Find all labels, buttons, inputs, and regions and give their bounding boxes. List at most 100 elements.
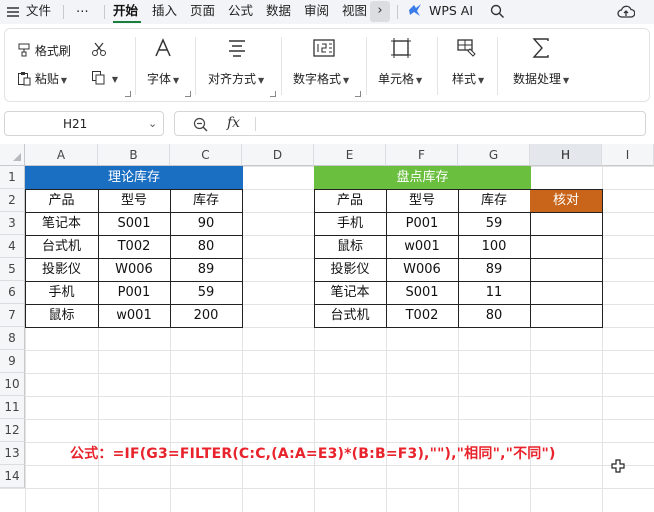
font-button[interactable]: 字体 ▼ <box>147 70 179 87</box>
table-count-cell[interactable] <box>530 304 603 328</box>
row-header-11[interactable]: 11 <box>0 396 25 419</box>
table-count-cell[interactable]: 台式机 <box>314 304 387 328</box>
style-button[interactable]: 样式 ▼ <box>452 70 484 87</box>
dropdown-arrow-icon[interactable]: ▼ <box>61 76 67 85</box>
table-count-cell[interactable]: 鼠标 <box>314 235 387 259</box>
table-count-cell[interactable]: w001 <box>386 235 459 259</box>
column-header-d[interactable]: D <box>242 144 314 166</box>
table-count-cell[interactable]: S001 <box>386 281 459 305</box>
copy-button[interactable]: ▼ <box>91 70 118 85</box>
table-theory-cell[interactable]: 80 <box>170 235 243 259</box>
table-count-cell[interactable]: 11 <box>458 281 531 305</box>
table-theory-cell[interactable]: 手机 <box>25 281 99 305</box>
menu-more[interactable]: ⋯ <box>76 0 89 24</box>
dialog-launcher-icon[interactable] <box>270 91 276 97</box>
column-header-h[interactable]: H <box>530 144 602 166</box>
format-painter-button[interactable]: 格式刷 <box>17 42 71 59</box>
chevron-right-icon[interactable]: › <box>370 1 390 22</box>
dropdown-arrow-icon[interactable]: ▼ <box>173 76 179 85</box>
dialog-launcher-icon[interactable] <box>185 91 191 97</box>
table-theory-cell[interactable]: S001 <box>98 212 171 236</box>
table-count-cell[interactable]: 笔记本 <box>314 281 387 305</box>
dropdown-arrow-icon[interactable]: ▼ <box>343 76 349 85</box>
dropdown-arrow-icon[interactable]: ▼ <box>112 75 118 84</box>
table-count-cell[interactable]: 89 <box>458 258 531 282</box>
name-box[interactable]: H21 ⌄ <box>4 111 164 136</box>
column-header-e[interactable]: E <box>314 144 386 166</box>
table-count-cell[interactable] <box>530 281 603 305</box>
row-header-12[interactable]: 12 <box>0 419 25 442</box>
table-count-cell[interactable]: 投影仪 <box>314 258 387 282</box>
row-header-9[interactable]: 9 <box>0 350 25 373</box>
table-theory-header[interactable]: 型号 <box>98 189 171 213</box>
table-count-cell[interactable]: 100 <box>458 235 531 259</box>
align-button[interactable]: 对齐方式 ▼ <box>208 70 264 87</box>
column-header-c[interactable]: C <box>170 144 242 166</box>
cell-button[interactable]: 单元格 ▼ <box>378 70 422 87</box>
table-count-header[interactable]: 产品 <box>314 189 387 213</box>
search-icon[interactable] <box>490 0 505 24</box>
tab-formula[interactable]: 公式 <box>228 0 253 24</box>
tab-view[interactable]: 视图 <box>342 0 367 24</box>
dropdown-arrow-icon[interactable]: ▼ <box>563 76 569 85</box>
table-theory-cell[interactable]: 台式机 <box>25 235 99 259</box>
row-header-6[interactable]: 6 <box>0 281 25 304</box>
table-count-cell[interactable] <box>530 258 603 282</box>
formula-bar[interactable]: fx <box>174 111 646 136</box>
table-count-cell[interactable]: P001 <box>386 212 459 236</box>
table-count-cell[interactable] <box>530 212 603 236</box>
zoom-search-icon[interactable] <box>193 115 208 136</box>
table-count-cell[interactable]: 手机 <box>314 212 387 236</box>
row-header-4[interactable]: 4 <box>0 235 25 258</box>
table-theory-cell[interactable]: 200 <box>170 304 243 328</box>
table-count-cell[interactable]: 80 <box>458 304 531 328</box>
table-count-title[interactable]: 盘点库存 <box>314 166 531 190</box>
cloud-upload-icon[interactable] <box>617 0 636 24</box>
row-header-7[interactable]: 7 <box>0 304 25 327</box>
tab-page[interactable]: 页面 <box>190 0 215 24</box>
table-theory-cell[interactable]: 89 <box>170 258 243 282</box>
row-header-14[interactable]: 14 <box>0 465 25 488</box>
tab-insert[interactable]: 插入 <box>152 0 177 24</box>
table-count-cell[interactable]: T002 <box>386 304 459 328</box>
table-count-cell[interactable]: W006 <box>386 258 459 282</box>
paste-button[interactable]: 粘贴 ▼ <box>17 70 67 87</box>
fx-icon[interactable]: fx <box>227 115 240 131</box>
table-theory-header[interactable]: 库存 <box>170 189 243 213</box>
table-theory-cell[interactable]: 鼠标 <box>25 304 99 328</box>
tab-review[interactable]: 审阅 <box>304 0 329 24</box>
table-theory-cell[interactable]: w001 <box>98 304 171 328</box>
table-theory-title[interactable]: 理论库存 <box>25 166 243 190</box>
menu-file[interactable]: 文件 <box>26 0 51 24</box>
table-count-header[interactable]: 型号 <box>386 189 459 213</box>
table-theory-cell[interactable]: 笔记本 <box>25 212 99 236</box>
table-theory-cell[interactable]: W006 <box>98 258 171 282</box>
number-format-button[interactable]: 数字格式 ▼ <box>293 70 349 87</box>
row-header-13[interactable]: 13 <box>0 442 25 465</box>
column-header-g[interactable]: G <box>458 144 530 166</box>
table-count-cell[interactable] <box>530 235 603 259</box>
data-process-button[interactable]: 数据处理 ▼ <box>513 70 569 87</box>
table-theory-cell[interactable]: T002 <box>98 235 171 259</box>
row-header-2[interactable]: 2 <box>0 189 25 212</box>
row-header-3[interactable]: 3 <box>0 212 25 235</box>
table-theory-cell[interactable]: 投影仪 <box>25 258 99 282</box>
table-theory-cell[interactable]: 90 <box>170 212 243 236</box>
table-count-header[interactable]: 库存 <box>458 189 531 213</box>
row-header-5[interactable]: 5 <box>0 258 25 281</box>
table-theory-header[interactable]: 产品 <box>25 189 99 213</box>
dropdown-arrow-icon[interactable]: ▼ <box>478 76 484 85</box>
cut-icon[interactable] <box>91 41 107 60</box>
chevron-down-icon[interactable]: ⌄ <box>148 117 157 130</box>
table-theory-cell[interactable]: 59 <box>170 281 243 305</box>
dialog-launcher-icon[interactable] <box>355 91 361 97</box>
column-header-b[interactable]: B <box>98 144 170 166</box>
table-count-cell[interactable]: 59 <box>458 212 531 236</box>
dropdown-arrow-icon[interactable]: ▼ <box>258 76 264 85</box>
tab-data[interactable]: 数据 <box>266 0 291 24</box>
select-all-corner[interactable] <box>0 144 25 166</box>
column-header-a[interactable]: A <box>25 144 98 166</box>
row-header-8[interactable]: 8 <box>0 327 25 350</box>
column-header-i[interactable]: I <box>602 144 654 166</box>
row-header-10[interactable]: 10 <box>0 373 25 396</box>
